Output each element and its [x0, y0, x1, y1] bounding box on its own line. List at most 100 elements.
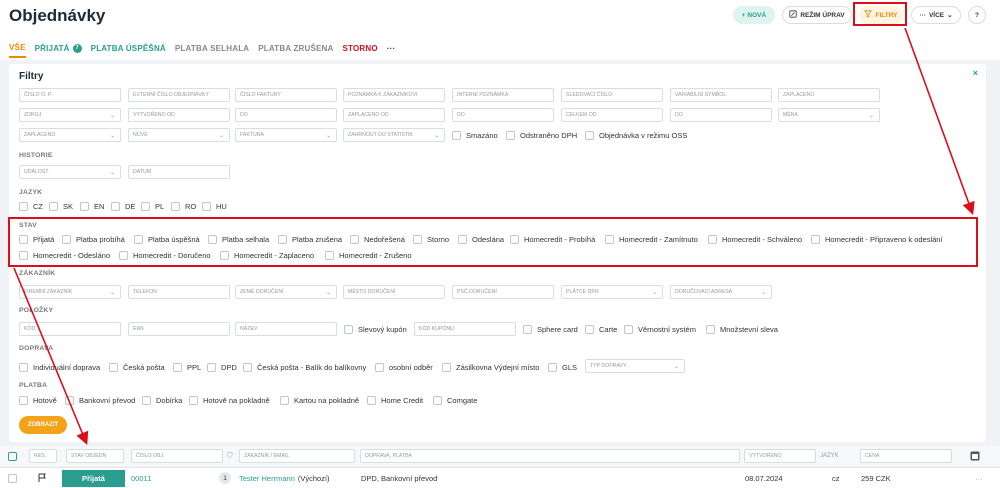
filter-created-to[interactable]: DO: [235, 108, 337, 122]
checkbox[interactable]: [202, 202, 211, 211]
filter-code[interactable]: KÓD: [19, 322, 121, 336]
checkbox[interactable]: [171, 202, 180, 211]
tab-payment-cancelled[interactable]: PLATBA ZRUŠENA: [258, 38, 333, 58]
check-ship-ceska-posta[interactable]: Česká pošta: [109, 363, 165, 372]
checkbox[interactable]: [19, 363, 28, 372]
checkbox[interactable]: [207, 363, 216, 372]
filter-statistics-select[interactable]: ZAHRNOUT DO STATISTIK ⌄: [343, 128, 445, 142]
filter-coupon-code[interactable]: KÓD KUPÓNU: [414, 322, 516, 336]
check-pay-cash-register[interactable]: Hotově na pokladně: [189, 396, 270, 405]
tab-all[interactable]: VŠE: [9, 38, 26, 58]
status-badge[interactable]: Přijatá: [62, 470, 125, 487]
filter-date[interactable]: DATUM: [128, 165, 230, 179]
filter-total-to[interactable]: DO: [670, 108, 772, 122]
checkbox[interactable]: [19, 396, 28, 405]
checkbox[interactable]: [344, 325, 353, 334]
check-vat-removed[interactable]: Odstraněno DPH: [506, 131, 577, 140]
check-ship-pickup[interactable]: osobní odběr: [375, 363, 433, 372]
filter-customer-note[interactable]: POZNÁMKA K ZÁKAZNÍKOVI: [343, 88, 445, 102]
tab-payment-failed[interactable]: PLATBA SELHALA: [175, 38, 249, 58]
language-header[interactable]: JAZYK: [820, 446, 839, 466]
filter-tracking-number[interactable]: SLEDOVACÍ ČÍSLO: [561, 88, 663, 102]
close-icon[interactable]: ×: [973, 68, 978, 78]
edit-mode-button[interactable]: REŽIM ÚPRAV: [782, 6, 852, 24]
check-quantity-discount[interactable]: Množstevní sleva: [706, 325, 778, 334]
checkbox[interactable]: [433, 396, 442, 405]
check-pay-cash[interactable]: Hotově: [19, 396, 57, 405]
filter-delivery-address-select[interactable]: DORUČOVACÍ ADRESA ⌄: [670, 285, 772, 299]
check-coupon[interactable]: Slevový kupón: [344, 325, 407, 334]
new-order-button[interactable]: + NOVÁ: [733, 6, 775, 24]
check-loyalty[interactable]: Věrnostní systém: [624, 325, 696, 334]
checkbox[interactable]: [243, 363, 252, 372]
filter-order-number[interactable]: ČÍSLO O. P.: [19, 88, 121, 102]
checkbox[interactable]: [548, 363, 557, 372]
checkbox[interactable]: [523, 325, 532, 334]
price-filter-input[interactable]: CENA: [860, 449, 952, 463]
checkbox[interactable]: [109, 363, 118, 372]
checkbox[interactable]: [65, 396, 74, 405]
checkbox[interactable]: [173, 363, 182, 372]
filter-shipping-type-select[interactable]: TYP DOPRAVY ⌄: [585, 359, 685, 373]
select-all-checkbox[interactable]: [8, 446, 17, 466]
tab-more[interactable]: ···: [387, 38, 396, 58]
checkbox[interactable]: [506, 131, 515, 140]
shipping-filter-input[interactable]: DOPRAVA, PLATBA: [360, 449, 740, 463]
check-pay-comgate[interactable]: Comgate: [433, 396, 477, 405]
customer-link[interactable]: Tester Herrmann: [239, 474, 295, 483]
row-more-icon[interactable]: ···: [975, 468, 983, 488]
check-lang-sk[interactable]: SK: [49, 202, 73, 211]
table-row[interactable]: Přijatá 00011 1 Tester Herrmann (Výchozí)…: [0, 467, 1000, 488]
checkbox[interactable]: [452, 131, 461, 140]
filter-invoice-number[interactable]: ČÍSLO FAKTURY: [235, 88, 337, 102]
filter-external-order-number[interactable]: EXTERNÍ ČÍSLO OBJEDNÁVKY: [128, 88, 230, 102]
filter-city[interactable]: MĚSTO DORUČENÍ: [343, 285, 445, 299]
filter-vat-payer-select[interactable]: PLÁTCE DPH ⌄: [561, 285, 663, 299]
order-number-filter-input[interactable]: ČÍSLO OBJ.: [131, 449, 223, 463]
check-ship-dpd[interactable]: DPD: [207, 363, 237, 372]
check-ship-individual[interactable]: Individuální doprava: [19, 363, 100, 372]
checkbox[interactable]: [706, 325, 715, 334]
checkbox[interactable]: [585, 131, 594, 140]
check-pay-card-register[interactable]: Kartou na pokladně: [280, 396, 359, 405]
check-lang-de[interactable]: DE: [111, 202, 135, 211]
check-ship-gls[interactable]: GLS: [548, 363, 577, 372]
filter-ean[interactable]: EAN: [128, 322, 230, 336]
checkbox[interactable]: [442, 363, 451, 372]
check-pay-cod[interactable]: Dobírka: [142, 396, 182, 405]
checkbox[interactable]: [49, 202, 58, 211]
check-lang-ro[interactable]: RO: [171, 202, 196, 211]
filter-currency-select[interactable]: MĚNA ⌄: [778, 108, 880, 122]
check-carte[interactable]: Carte: [585, 325, 617, 334]
filter-invoice-select[interactable]: FAKTURA ⌄: [235, 128, 337, 142]
order-number-link[interactable]: 00011: [131, 468, 151, 488]
check-pay-home-credit[interactable]: Home Credit: [367, 396, 423, 405]
filter-phone[interactable]: TELEFON: [128, 285, 230, 299]
filter-name[interactable]: NÁZEV: [235, 322, 337, 336]
checkbox[interactable]: [189, 396, 198, 405]
tab-storno[interactable]: STORNO: [343, 38, 378, 58]
filter-paid[interactable]: ZAPLACENO: [778, 88, 880, 102]
check-lang-cz[interactable]: CZ: [19, 202, 43, 211]
checkbox[interactable]: [8, 451, 17, 461]
filter-total-from[interactable]: CELKEM OD: [561, 108, 663, 122]
check-ship-zasilkovna[interactable]: Zásilkovna Výdejní místo: [442, 363, 539, 372]
customer-filter-input[interactable]: ZÁKAZNÍK / EMAIL: [239, 449, 355, 463]
checkbox[interactable]: [142, 396, 151, 405]
filter-event-select[interactable]: UDÁLOST ⌄: [19, 165, 121, 179]
check-lang-pl[interactable]: PL: [141, 202, 164, 211]
status-filter-input[interactable]: STAV OBJEDN: [66, 449, 124, 463]
check-pay-bank[interactable]: Bankovní převod: [65, 396, 135, 405]
filter-new-select[interactable]: NOVÉ ⌄: [128, 128, 230, 142]
filter-created-from[interactable]: VYTVOŘENO OD: [128, 108, 230, 122]
checkbox[interactable]: [585, 325, 594, 334]
check-lang-en[interactable]: EN: [80, 202, 104, 211]
check-deleted[interactable]: Smazáno: [452, 131, 498, 140]
show-button[interactable]: ZOBRAZIT: [19, 416, 67, 434]
columns-icon[interactable]: [970, 446, 980, 466]
check-ship-ppl[interactable]: PPL: [173, 363, 201, 372]
check-oss[interactable]: Objednávka v režimu OSS: [585, 131, 687, 140]
check-lang-hu[interactable]: HU: [202, 202, 227, 211]
check-ship-balikovna[interactable]: Česká pošta - Balík do balíkovny: [243, 363, 366, 372]
checkbox[interactable]: [8, 473, 17, 483]
